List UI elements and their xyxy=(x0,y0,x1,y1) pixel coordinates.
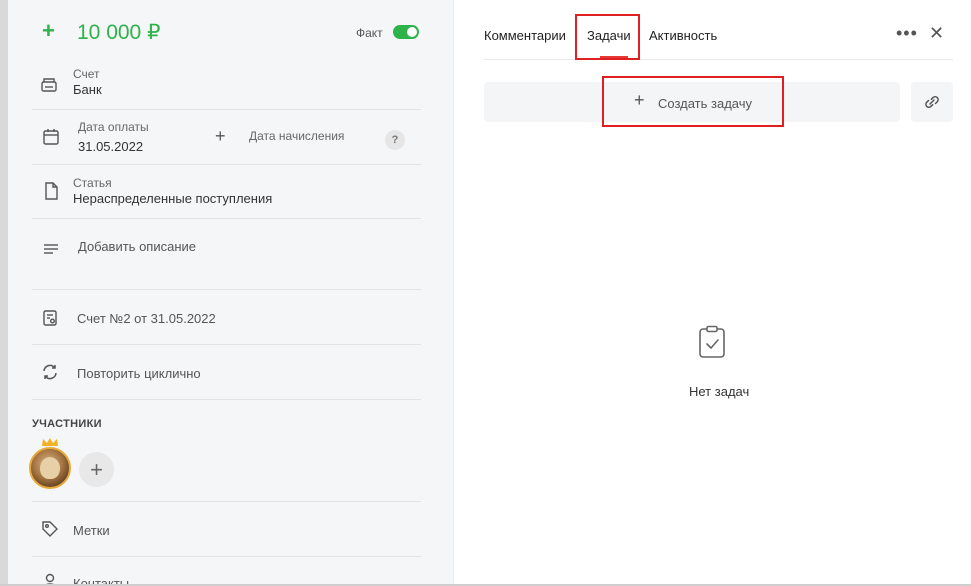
income-sign: + xyxy=(42,18,55,43)
close-icon[interactable]: ✕ xyxy=(929,24,944,42)
add-participant-button[interactable]: + xyxy=(79,452,114,487)
repeat-field[interactable]: Повторить циклично xyxy=(32,345,421,400)
empty-tasks-text: Нет задач xyxy=(689,384,750,399)
repeat-value: Повторить циклично xyxy=(77,366,201,381)
text-lines-icon xyxy=(41,239,61,259)
fact-toggle[interactable] xyxy=(393,25,419,39)
participants-title: УЧАСТНИКИ xyxy=(32,418,102,430)
payment-date-value[interactable]: 31.05.2022 xyxy=(78,139,143,154)
tab-tasks-highlight xyxy=(575,14,640,60)
accrual-date-label[interactable]: Дата начисления xyxy=(249,129,344,143)
tags-value: Метки xyxy=(73,523,110,538)
amount-header: + 10 000 ₽ Факт xyxy=(8,0,453,60)
date-field: Дата оплаты 31.05.2022 + Дата начисления… xyxy=(32,110,421,165)
add-accrual-date-icon[interactable]: + xyxy=(215,126,226,147)
article-field[interactable]: Статья Нераспределенные поступления xyxy=(32,165,421,219)
calendar-icon xyxy=(41,127,61,147)
article-label: Статья xyxy=(73,176,112,190)
invoice-field[interactable]: Счет №2 от 31.05.2022 xyxy=(32,290,421,345)
link-icon xyxy=(925,95,939,109)
tab-activity[interactable]: Активность xyxy=(649,28,717,43)
create-task-highlight xyxy=(602,76,784,127)
link-button[interactable] xyxy=(911,82,953,122)
account-field[interactable]: Счет Банк xyxy=(32,60,421,110)
help-icon[interactable]: ? xyxy=(385,130,405,150)
window-frame xyxy=(0,0,8,586)
contacts-field[interactable]: Контакты xyxy=(32,557,421,586)
invoice-value: Счет №2 от 31.05.2022 xyxy=(77,311,216,326)
description-field[interactable]: Добавить описание xyxy=(32,219,421,290)
fact-label: Факт xyxy=(356,26,383,40)
clipboard-check-icon xyxy=(699,325,725,358)
payment-date-label: Дата оплаты xyxy=(78,120,149,134)
tab-bar: Комментарии Задачи Активность ••• ✕ xyxy=(484,0,953,60)
account-value: Банк xyxy=(73,82,102,97)
crown-icon xyxy=(42,438,58,446)
tag-icon xyxy=(40,519,60,539)
more-icon[interactable]: ••• xyxy=(896,24,918,42)
tab-comments[interactable]: Комментарии xyxy=(484,28,566,43)
card-reader-icon xyxy=(39,75,59,95)
activity-panel: Комментарии Задачи Активность ••• ✕ + Со… xyxy=(454,0,971,586)
repeat-icon xyxy=(40,362,60,382)
article-value: Нераспределенные поступления xyxy=(73,191,273,206)
operation-details-panel: + 10 000 ₽ Факт Счет Банк Дата оплаты 31… xyxy=(8,0,454,586)
tags-field[interactable]: Метки xyxy=(32,501,421,557)
avatar[interactable] xyxy=(29,447,71,489)
invoice-icon xyxy=(40,308,60,328)
document-icon xyxy=(41,181,61,201)
account-label: Счет xyxy=(73,67,100,81)
amount-value[interactable]: 10 000 ₽ xyxy=(77,20,160,46)
description-placeholder: Добавить описание xyxy=(78,239,196,254)
